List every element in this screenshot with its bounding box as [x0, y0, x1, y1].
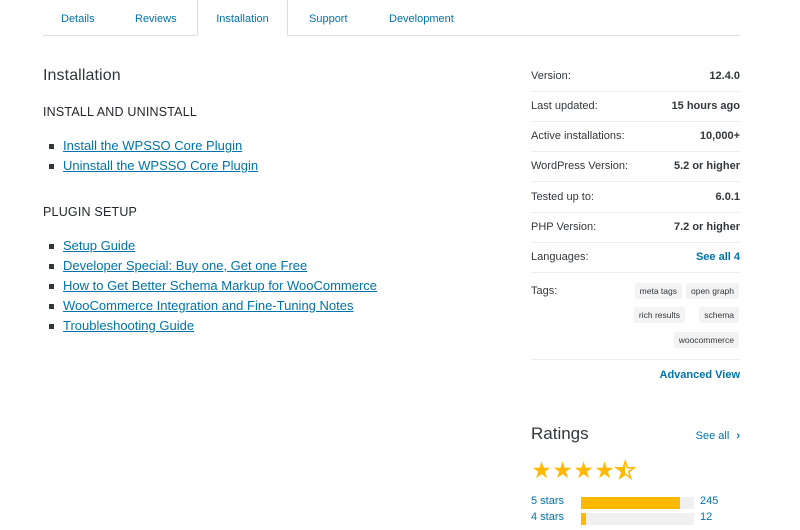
rating-bar-fill: [581, 513, 586, 525]
bullet-icon: [49, 264, 54, 269]
developer-special-link[interactable]: Developer Special: Buy one, Get one Free: [63, 258, 307, 273]
rating-bar-track: [581, 497, 694, 509]
meta-label: Tested up to:: [531, 191, 594, 203]
ratings-see-all-link[interactable]: See all ›: [696, 430, 740, 442]
meta-label: Version:: [531, 70, 571, 82]
rating-bar-fill: [581, 497, 681, 509]
advanced-view-link[interactable]: Advanced View: [660, 369, 741, 381]
star-full-icon: ★: [552, 457, 573, 483]
list-item: Developer Special: Buy one, Get one Free: [48, 256, 377, 276]
rating-bar-5[interactable]: 5 stars 245: [531, 495, 740, 511]
meta-label: Tags:: [531, 285, 558, 297]
meta-wp-version: WordPress Version: 5.2 or higher: [531, 152, 740, 182]
section-heading-install: INSTALL AND UNINSTALL: [43, 105, 198, 119]
list-item: Setup Guide: [48, 236, 377, 256]
meta-label: Languages:: [531, 251, 589, 263]
tag-chip[interactable]: schema: [699, 307, 739, 323]
meta-value: 10,000+: [699, 130, 740, 142]
languages-see-all-link[interactable]: See all 4: [696, 251, 740, 263]
plugin-tabs: Details Reviews Installation Support Dev…: [43, 0, 740, 36]
rating-bar-label: 4 stars: [531, 511, 565, 523]
tab-details[interactable]: Details: [61, 0, 95, 36]
meta-value: 7.2 or higher: [673, 221, 740, 233]
meta-label: Last updated:: [531, 100, 598, 112]
tag-chip[interactable]: woocommerce: [673, 332, 739, 348]
chevron-right-icon: ›: [736, 430, 740, 442]
page-title: Installation: [43, 67, 121, 84]
rating-bar-track: [581, 513, 694, 525]
install-links-list: Install the WPSSO Core Plugin Uninstall …: [48, 136, 258, 176]
star-rating: ★★★★★★: [531, 456, 636, 484]
tab-support[interactable]: Support: [309, 0, 348, 36]
star-full-icon: ★: [594, 457, 615, 483]
bullet-icon: [49, 324, 54, 329]
woocommerce-notes-link[interactable]: WooCommerce Integration and Fine-Tuning …: [63, 298, 353, 313]
section-heading-setup: PLUGIN SETUP: [43, 205, 138, 219]
tag-chip[interactable]: open graph: [685, 283, 739, 299]
star-full-icon: ★: [573, 457, 594, 483]
rating-bar-count: 245: [700, 495, 719, 507]
meta-value: 12.4.0: [709, 70, 740, 82]
list-item: Install the WPSSO Core Plugin: [48, 136, 258, 156]
tab-installation[interactable]: Installation: [197, 0, 288, 36]
meta-tested-up-to: Tested up to: 6.0.1: [531, 183, 740, 213]
ratings-title: Ratings: [531, 424, 589, 443]
list-item: How to Get Better Schema Markup for WooC…: [48, 276, 377, 296]
meta-active-installs: Active installations: 10,000+: [531, 122, 740, 152]
meta-tags: Tags: meta tags open graph rich results …: [531, 280, 740, 360]
list-item: WooCommerce Integration and Fine-Tuning …: [48, 296, 377, 316]
uninstall-link[interactable]: Uninstall the WPSSO Core Plugin: [63, 158, 258, 173]
rating-bar-4[interactable]: 4 stars 12: [531, 511, 740, 527]
bullet-icon: [49, 304, 54, 309]
meta-value: 5.2 or higher: [673, 160, 740, 172]
meta-label: WordPress Version:: [531, 160, 629, 172]
star-half-icon: ★★: [614, 456, 636, 484]
see-all-label: See all: [695, 430, 730, 442]
meta-last-updated: Last updated: 15 hours ago: [531, 92, 740, 122]
tab-reviews[interactable]: Reviews: [135, 0, 177, 36]
list-item: Uninstall the WPSSO Core Plugin: [48, 156, 258, 176]
star-full-icon: ★: [531, 457, 552, 483]
tag-chip[interactable]: rich results: [633, 307, 685, 323]
schema-markup-link[interactable]: How to Get Better Schema Markup for WooC…: [63, 278, 377, 293]
tag-chip[interactable]: meta tags: [634, 283, 682, 299]
list-item: Troubleshooting Guide: [48, 316, 377, 336]
rating-bar-count: 12: [700, 511, 713, 523]
meta-value: 6.0.1: [715, 191, 740, 203]
meta-value: 15 hours ago: [671, 100, 740, 112]
meta-version: Version: 12.4.0: [531, 62, 740, 92]
install-link[interactable]: Install the WPSSO Core Plugin: [63, 138, 242, 153]
setup-guide-link[interactable]: Setup Guide: [63, 238, 135, 253]
troubleshooting-link[interactable]: Troubleshooting Guide: [63, 318, 194, 333]
meta-php-version: PHP Version: 7.2 or higher: [531, 213, 740, 243]
meta-languages: Languages: See all 4: [531, 243, 740, 273]
meta-label: PHP Version:: [531, 221, 597, 233]
meta-label: Active installations:: [531, 130, 625, 142]
bullet-icon: [49, 284, 54, 289]
bullet-icon: [49, 244, 54, 249]
tab-development[interactable]: Development: [389, 0, 454, 36]
bullet-icon: [49, 144, 54, 149]
rating-bar-label: 5 stars: [531, 495, 565, 507]
bullet-icon: [49, 164, 54, 169]
setup-links-list: Setup Guide Developer Special: Buy one, …: [48, 236, 377, 336]
